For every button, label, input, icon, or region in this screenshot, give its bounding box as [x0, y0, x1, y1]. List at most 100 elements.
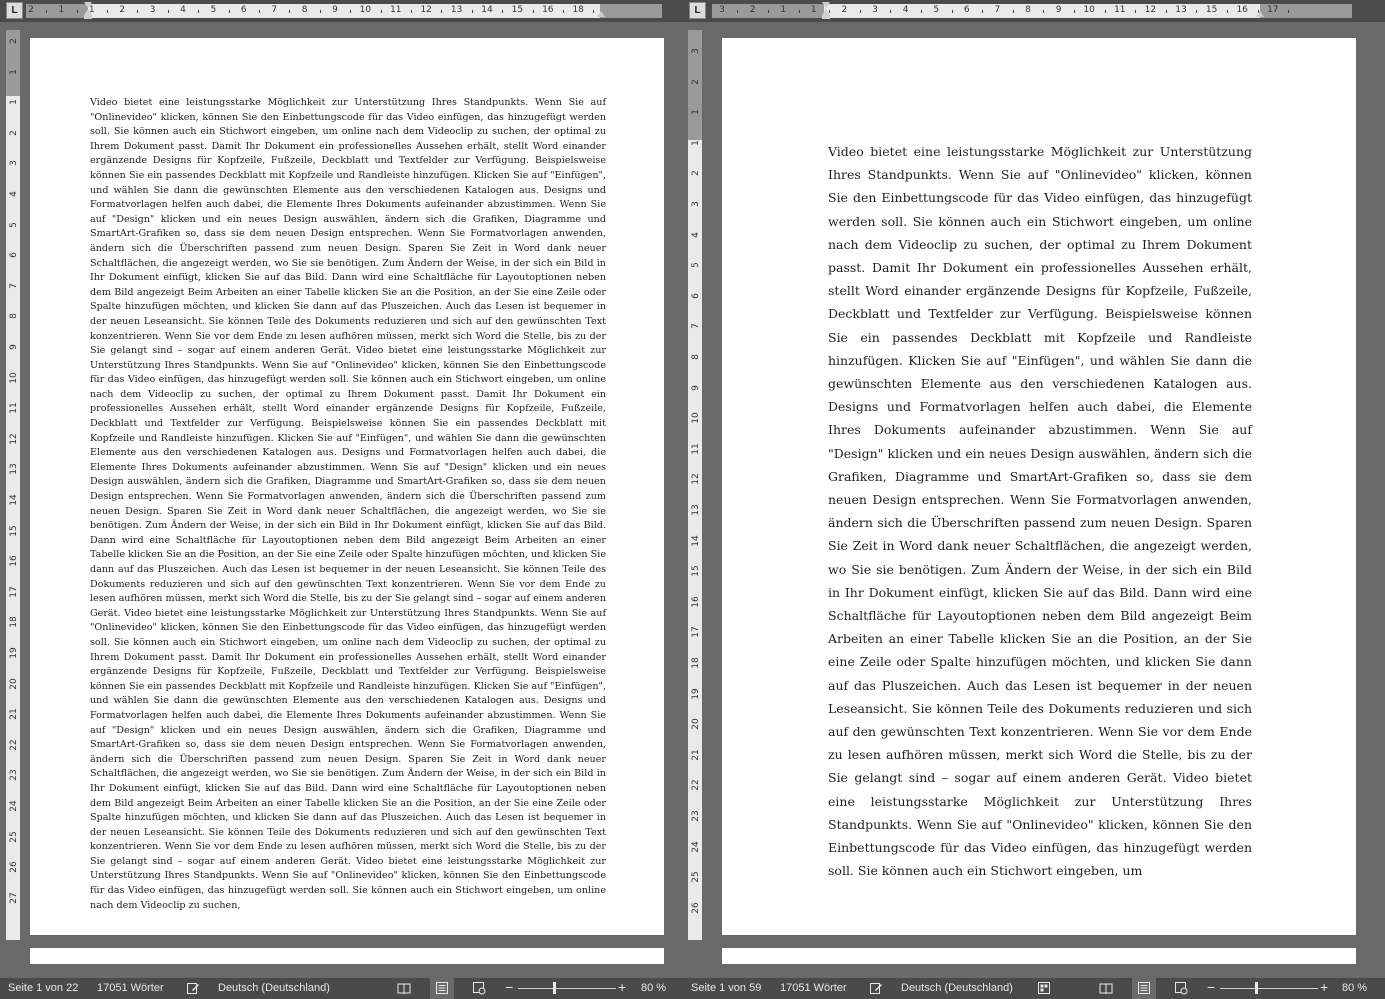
ruler-number: 2: [28, 5, 34, 15]
ruler-number: 6: [963, 5, 970, 15]
vertical-ruler-number: 8: [691, 354, 701, 360]
ruler-tick: [1135, 10, 1137, 13]
document-page[interactable]: Video bietet eine leistungsstarke Möglic…: [722, 38, 1356, 935]
print-layout-icon[interactable]: [435, 981, 449, 995]
ruler-tick: [1012, 10, 1014, 13]
zoom-slider-thumb[interactable]: [1255, 982, 1258, 994]
ruler-number: 16: [1236, 5, 1248, 15]
ruler-number: 2: [119, 5, 126, 15]
vertical-ruler-number: 10: [691, 412, 701, 424]
web-layout-icon[interactable]: [1174, 981, 1188, 995]
ruler-scale[interactable]: 2 1 1 2 3 4 5 6 7 8 9 10 11 12 13 14 15 16 18: [26, 4, 662, 18]
ruler-tick: [767, 10, 769, 13]
ruler-tick: [593, 10, 595, 13]
vertical-ruler-number: 21: [9, 708, 19, 720]
ruler-number: 13: [450, 5, 463, 15]
ruler-number: 7: [994, 5, 1001, 15]
vertical-ruler-number: 10: [9, 371, 19, 384]
ruler-tick: [411, 10, 412, 13]
ruler-number: 8: [301, 5, 308, 15]
zoom-level[interactable]: 80 %: [641, 982, 666, 994]
ruler-tick: [951, 10, 953, 13]
zoom-out-button[interactable]: −: [505, 980, 513, 994]
vertical-ruler-number: 2: [691, 170, 701, 177]
vertical-ruler-number: 3: [691, 201, 701, 207]
vertical-ruler-number: 9: [691, 384, 701, 391]
indent-marker[interactable]: [822, 2, 831, 20]
ruler-number: 18: [572, 5, 584, 15]
tab-selector-button[interactable]: L: [689, 2, 706, 19]
vertical-ruler-number: 4: [691, 231, 701, 238]
zoom-slider-thumb[interactable]: [553, 982, 556, 994]
vertical-ruler-number: 3: [9, 160, 19, 167]
vertical-ruler-number: 12: [691, 473, 701, 486]
zoom-slider[interactable]: [1220, 988, 1318, 989]
ruler-tick: [167, 10, 169, 13]
ruler-tick: [798, 10, 800, 13]
ruler-tick: [76, 10, 78, 13]
zoom-level[interactable]: 80 %: [1342, 982, 1367, 994]
proofing-book-icon[interactable]: [869, 981, 883, 995]
vertical-ruler-number: 25: [9, 830, 19, 843]
ruler-tick: [228, 10, 230, 13]
right-indent-marker[interactable]: [597, 11, 605, 17]
ruler-tick: [350, 10, 352, 13]
language-status[interactable]: Deutsch (Deutschland): [901, 982, 1013, 994]
ruler-tick: [471, 10, 473, 13]
document-window-left: L 2 1 1 2 3 4 5 6 7 8 9 10 11 12 13 14 15 16 18 2112345678…: [0, 0, 682, 999]
indent-marker[interactable]: [84, 2, 93, 20]
vertical-ruler-number: 17: [691, 626, 701, 639]
vertical-ruler-number: 6: [9, 252, 19, 259]
ruler-tick: [1226, 10, 1228, 13]
vertical-ruler-number: 7: [9, 282, 19, 289]
horizontal-ruler[interactable]: L 3 2 1 1 2 3 4 5 6 7 8 9 10 11 12 13 15 16 17: [682, 0, 1385, 22]
ruler-tick: [982, 10, 984, 13]
vertical-ruler-number: 27: [9, 892, 19, 904]
document-body-text[interactable]: Video bietet eine leistungsstarke Möglic…: [828, 140, 1252, 883]
tab-selector-button[interactable]: L: [6, 2, 23, 19]
read-mode-icon[interactable]: [1099, 981, 1113, 995]
document-page[interactable]: Video bietet eine leistungsstarke Möglic…: [30, 38, 664, 935]
ruler-tick: [137, 10, 139, 13]
horizontal-ruler[interactable]: L 2 1 1 2 3 4 5 6 7 8 9 10 11 12 13 14 15 16 18: [0, 0, 682, 22]
vertical-ruler-number: 19: [691, 687, 701, 700]
word-count-status[interactable]: 17051 Wörter: [780, 982, 847, 994]
page-count-status[interactable]: Seite 1 von 22: [8, 982, 78, 994]
document-body-text[interactable]: Video bietet eine leistungsstarke Möglic…: [90, 96, 606, 913]
language-status[interactable]: Deutsch (Deutschland): [218, 982, 330, 994]
word-count-status[interactable]: 17051 Wörter: [97, 982, 164, 994]
vertical-ruler-number: 20: [691, 718, 701, 730]
page-count-status[interactable]: Seite 1 von 59: [691, 982, 761, 994]
proofing-book-icon[interactable]: [186, 981, 200, 995]
zoom-in-button[interactable]: +: [618, 980, 626, 994]
vertical-ruler-number: 24: [691, 840, 701, 853]
ruler-number: 16: [542, 5, 554, 15]
ruler-number: 5: [933, 5, 940, 15]
ruler-tick: [380, 10, 382, 13]
document-window-right: L 3 2 1 1 2 3 4 5 6 7 8 9 10 11 12 13 15 16 17 32112345678…: [682, 0, 1385, 999]
right-indent-marker[interactable]: [1256, 11, 1264, 17]
ruler-tick: [259, 10, 260, 13]
vertical-ruler-number: 5: [691, 262, 701, 269]
next-document-page: [30, 948, 664, 964]
ruler-tick: [1288, 10, 1290, 13]
vertical-ruler-number: 5: [9, 221, 19, 228]
ruler-tick: [737, 10, 739, 13]
next-document-page: [722, 948, 1356, 964]
zoom-out-button[interactable]: −: [1207, 980, 1215, 994]
vertical-ruler-number: 22: [9, 739, 19, 751]
macro-record-icon[interactable]: [1037, 981, 1051, 995]
zoom-slider[interactable]: [518, 988, 616, 989]
web-layout-icon[interactable]: [472, 981, 486, 995]
zoom-in-button[interactable]: +: [1320, 980, 1328, 994]
ruler-tick: [1196, 10, 1198, 13]
vertical-ruler-number: 24: [9, 800, 19, 812]
status-bar: Seite 1 von 22 17051 Wörter Deutsch (Deu…: [0, 978, 682, 999]
print-layout-icon[interactable]: [1137, 981, 1151, 995]
ruler-tick: [1104, 10, 1106, 13]
ruler-tick: [563, 10, 564, 13]
read-mode-icon[interactable]: [397, 981, 411, 995]
vertical-ruler[interactable]: 2 1 1 2 3 4 5 6 7 8 9 10 11 12 13 14 15 16 17 18 19 20 21 22 23 2…: [6, 30, 20, 940]
vertical-ruler[interactable]: 3 2 1 1 2 3 4 5 6 7 8 9 10 11 12 13 14 15 16 17 18 19 20 21 22 23…: [688, 30, 702, 940]
ruler-right-margin: [600, 4, 662, 18]
